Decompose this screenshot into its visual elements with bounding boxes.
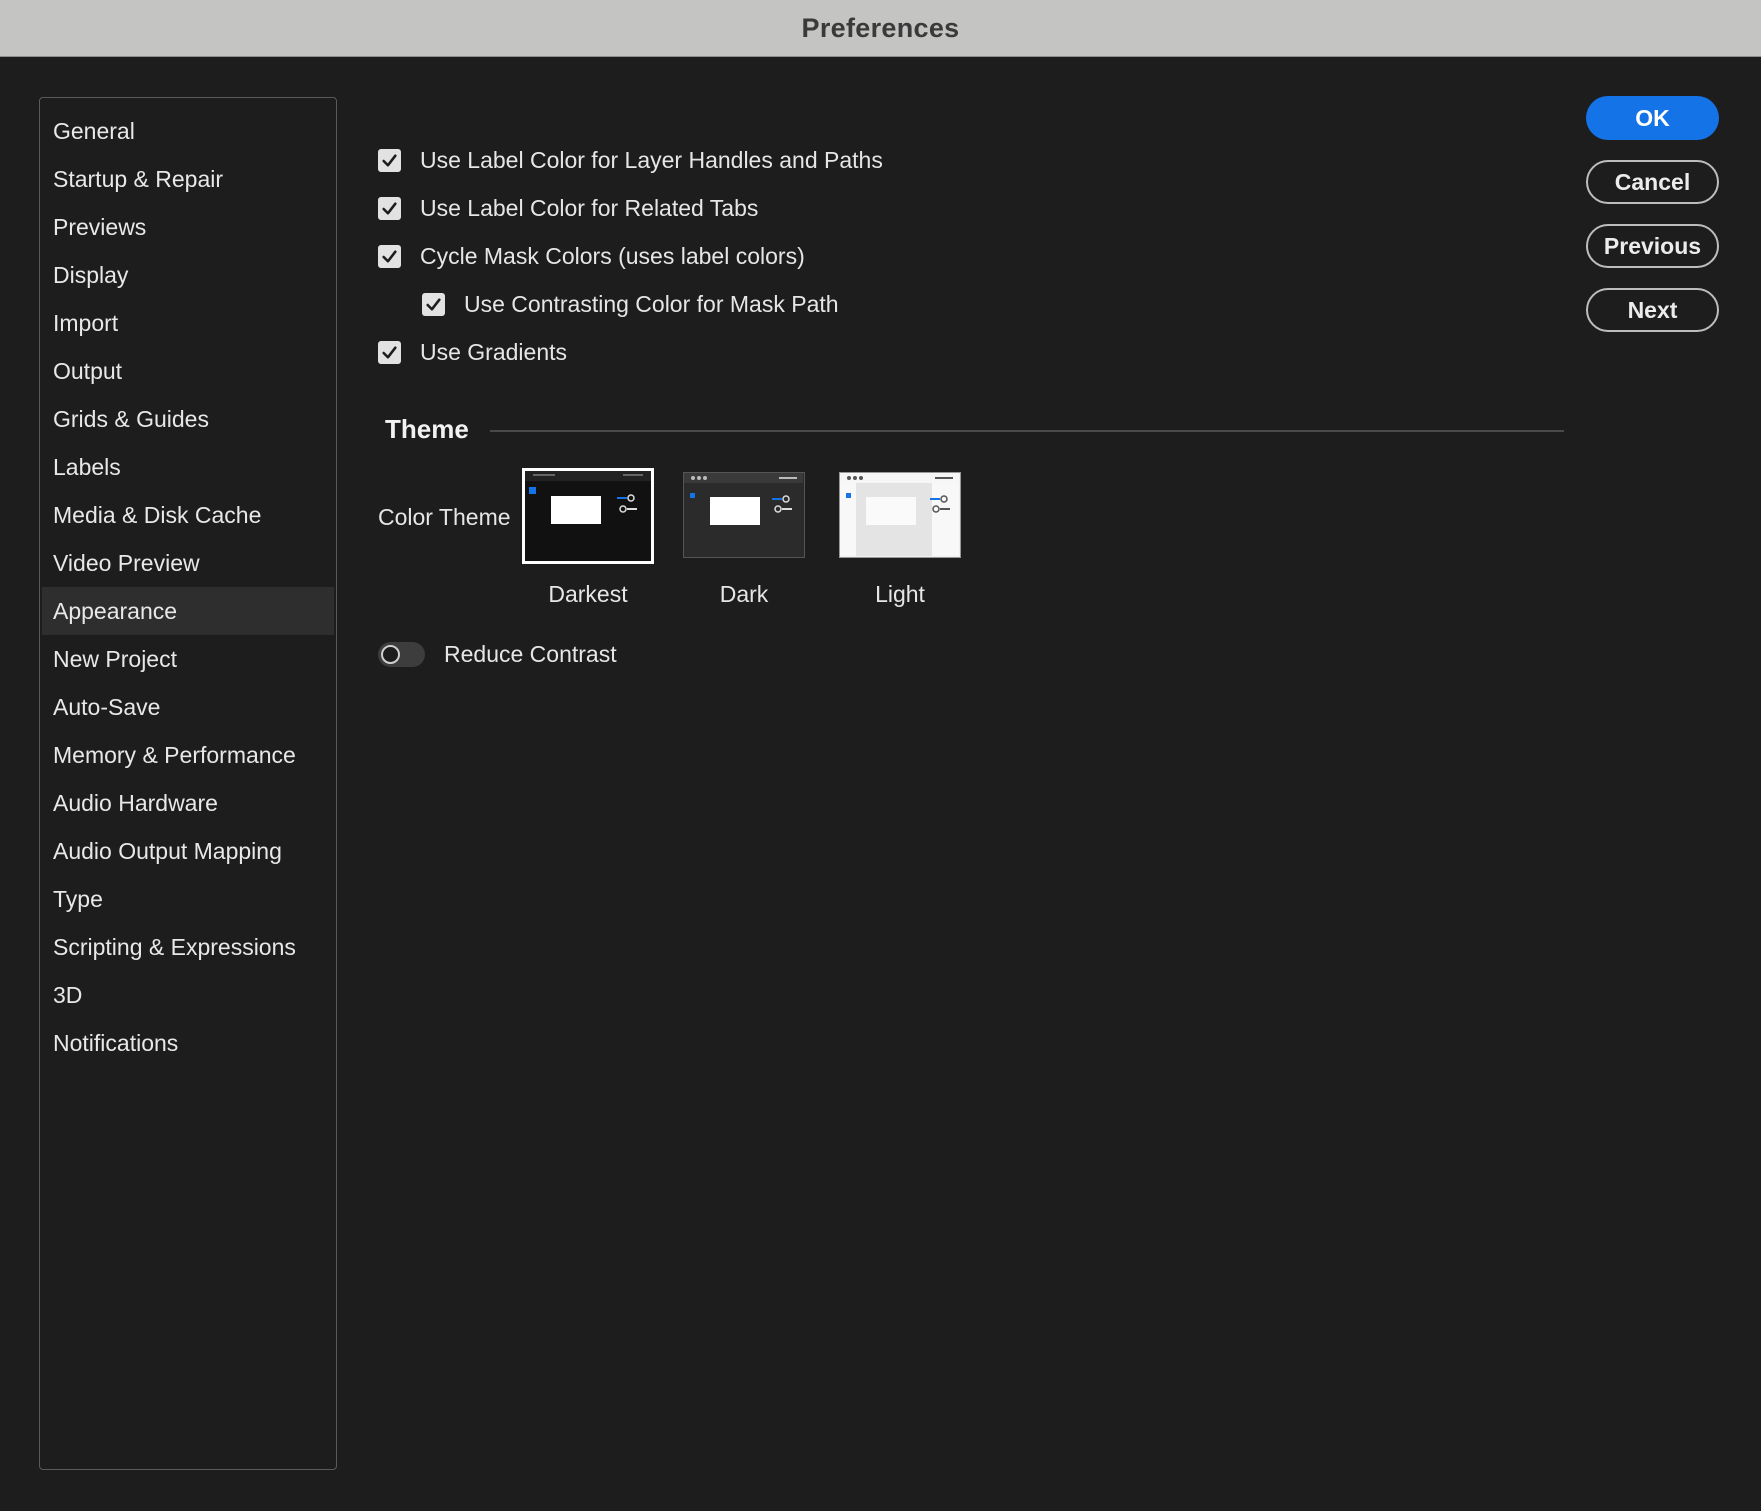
sidebar-item-audio-hardware[interactable]: Audio Hardware (42, 779, 334, 827)
cycle-mask-colors-option[interactable]: Cycle Mask Colors (uses label colors) (378, 243, 805, 270)
dark-theme-preview-icon (684, 473, 803, 556)
checkbox-checked-icon[interactable] (422, 293, 445, 316)
darkest-theme-preview-icon (525, 471, 651, 561)
sidebar-item-appearance[interactable]: Appearance (42, 587, 334, 635)
theme-section-heading: Theme (385, 414, 469, 444)
sidebar-item-3d[interactable]: 3D (42, 971, 334, 1019)
sidebar-item-new-project[interactable]: New Project (42, 635, 334, 683)
label-color-tabs-label: Use Label Color for Related Tabs (420, 195, 759, 221)
sidebar-item-import[interactable]: Import (42, 299, 334, 347)
theme-swatch-light[interactable] (839, 472, 961, 558)
contrasting-mask-path-label: Use Contrasting Color for Mask Path (464, 291, 839, 317)
sidebar-item-memory-performance[interactable]: Memory & Performance (42, 731, 334, 779)
use-gradients-label: Use Gradients (420, 339, 568, 365)
theme-swatch-dark[interactable] (683, 472, 805, 558)
checkbox-checked-icon[interactable] (378, 197, 401, 220)
window-title: Preferences (801, 12, 960, 43)
sidebar-item-video-preview[interactable]: Video Preview (42, 539, 334, 587)
sidebar-item-general[interactable]: General (42, 107, 334, 155)
label-color-handles-option[interactable]: Use Label Color for Layer Handles and Pa… (378, 147, 883, 174)
sidebar-item-labels[interactable]: Labels (42, 443, 334, 491)
contrasting-mask-path-option[interactable]: Use Contrasting Color for Mask Path (422, 291, 839, 318)
use-gradients-option[interactable]: Use Gradients (378, 339, 567, 366)
reduce-contrast-option[interactable]: Reduce Contrast (378, 641, 617, 668)
sidebar-item-auto-save[interactable]: Auto-Save (42, 683, 334, 731)
section-divider (490, 430, 1564, 432)
cancel-button[interactable]: Cancel (1586, 160, 1719, 204)
light-theme-preview-icon (840, 473, 959, 556)
sidebar-item-type[interactable]: Type (42, 875, 334, 923)
theme-name-dark: Dark (719, 581, 769, 607)
color-theme-label: Color Theme (378, 504, 511, 530)
sidebar-item-notifications[interactable]: Notifications (42, 1019, 334, 1067)
ok-button[interactable]: OK (1586, 96, 1719, 140)
preferences-category-list: General Startup & Repair Previews Displa… (39, 97, 337, 1470)
sidebar-item-startup-repair[interactable]: Startup & Repair (42, 155, 334, 203)
label-color-handles-label: Use Label Color for Layer Handles and Pa… (420, 147, 883, 173)
cycle-mask-colors-label: Cycle Mask Colors (uses label colors) (420, 243, 805, 269)
toggle-knob-icon (381, 645, 400, 664)
theme-name-darkest: Darkest (548, 581, 628, 607)
next-button[interactable]: Next (1586, 288, 1719, 332)
sidebar-item-previews[interactable]: Previews (42, 203, 334, 251)
theme-swatch-darkest[interactable] (522, 468, 654, 564)
checkbox-checked-icon[interactable] (378, 341, 401, 364)
theme-name-light: Light (875, 581, 925, 607)
sidebar-item-media-disk-cache[interactable]: Media & Disk Cache (42, 491, 334, 539)
label-color-tabs-option[interactable]: Use Label Color for Related Tabs (378, 195, 758, 222)
sidebar-item-display[interactable]: Display (42, 251, 334, 299)
reduce-contrast-toggle[interactable] (378, 642, 425, 667)
checkbox-checked-icon[interactable] (378, 245, 401, 268)
sidebar-item-output[interactable]: Output (42, 347, 334, 395)
sidebar-item-scripting-expressions[interactable]: Scripting & Expressions (42, 923, 334, 971)
window-titlebar: Preferences (0, 0, 1761, 57)
sidebar-item-grids-guides[interactable]: Grids & Guides (42, 395, 334, 443)
reduce-contrast-label: Reduce Contrast (444, 641, 617, 667)
previous-button[interactable]: Previous (1586, 224, 1719, 268)
sidebar-item-audio-output-mapping[interactable]: Audio Output Mapping (42, 827, 334, 875)
checkbox-checked-icon[interactable] (378, 149, 401, 172)
